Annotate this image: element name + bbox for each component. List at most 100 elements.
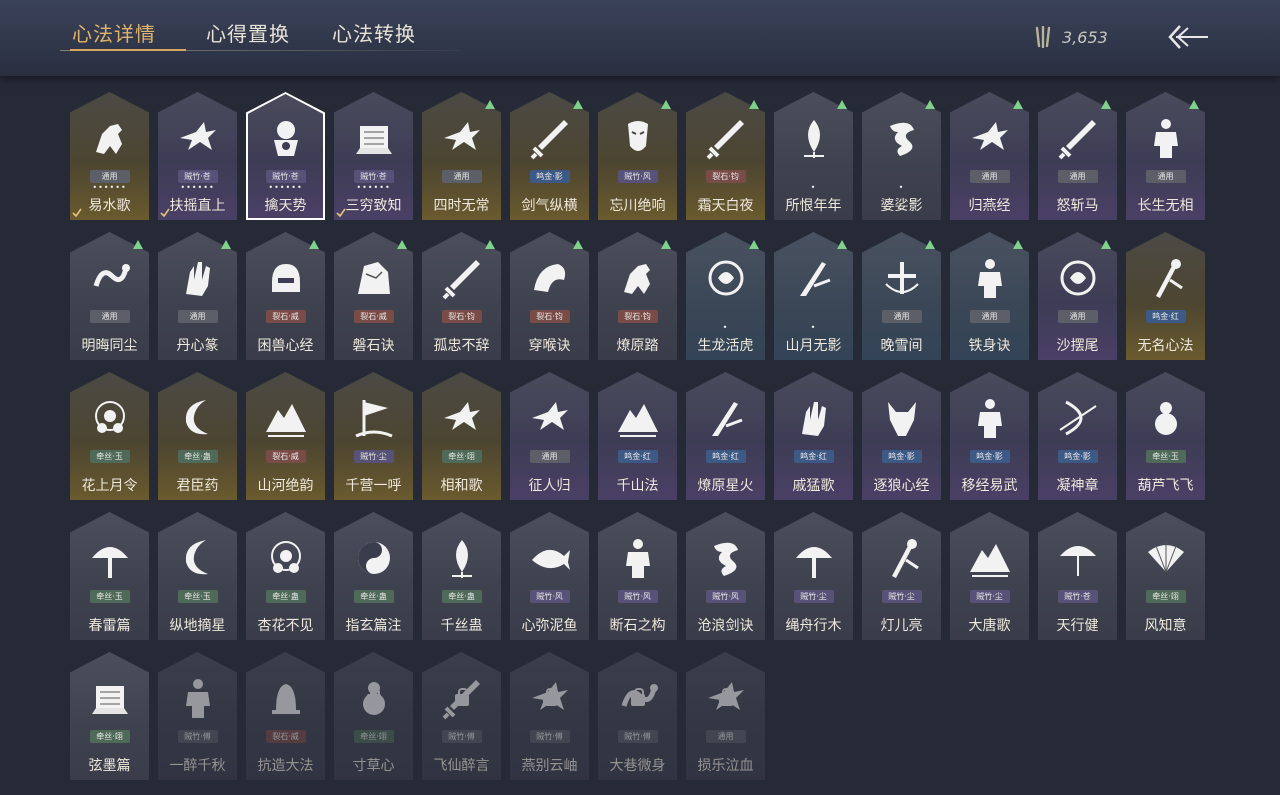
- skill-card[interactable]: 牵丝·翊 相和歌: [422, 372, 501, 500]
- snake-emblem-icon: [93, 264, 130, 287]
- card-category-tag: 贼竹·傅: [177, 730, 218, 743]
- skill-card[interactable]: 通用 丹心篆: [158, 232, 237, 360]
- skill-card[interactable]: 贼竹·风 心弥泥鱼: [510, 512, 589, 640]
- card-category-tag: 牵丝·蛊: [177, 450, 218, 463]
- skill-card[interactable]: 裂石·钧 霜天白夜: [686, 92, 765, 220]
- skill-card[interactable]: 牵丝·蛊 千丝蛊: [422, 512, 501, 640]
- upgrade-available-icon: [485, 240, 495, 249]
- card-category-tag: 通用: [177, 310, 218, 323]
- skill-card[interactable]: 通用 损乐泣血: [686, 652, 765, 780]
- card-category-tag: 通用: [1057, 310, 1098, 323]
- skill-card[interactable]: 牵丝·玉 花上月令: [70, 372, 149, 500]
- card-name: 损乐泣血: [697, 758, 754, 774]
- skill-card[interactable]: 裂石·威 困兽心经: [246, 232, 325, 360]
- skill-card[interactable]: 贼竹·风 忘川绝响: [598, 92, 677, 220]
- card-category-tag: 牵丝·玉: [89, 590, 130, 603]
- skill-card[interactable]: 鸣金·红 燎原星火: [686, 372, 765, 500]
- skill-card[interactable]: 贼竹·尘 绳舟行木: [774, 512, 853, 640]
- skill-card[interactable]: 鸣金·影 凝神章: [1038, 372, 1117, 500]
- back-button[interactable]: [1164, 18, 1212, 56]
- bell-emblem-icon: [271, 684, 300, 714]
- tab-skill-details[interactable]: 心法详情: [72, 18, 156, 47]
- skill-card[interactable]: 通用 沙摆尾: [1038, 232, 1117, 360]
- card-name: 杏花不见: [257, 618, 314, 634]
- skill-card[interactable]: • 生龙活虎: [686, 232, 765, 360]
- skill-card[interactable]: 贼竹·苍 •••••• 扶摇直上: [158, 92, 237, 220]
- skill-card[interactable]: 贼竹·傅 燕别云岫: [510, 652, 589, 780]
- blade-emblem-icon: [711, 402, 743, 436]
- skill-card[interactable]: 通用 铁身诀: [950, 232, 1029, 360]
- skill-card[interactable]: 贼竹·苍 •••••• 三穷致知: [334, 92, 413, 220]
- card-name: 凝神章: [1056, 478, 1099, 494]
- skill-card[interactable]: 通用 征人归: [510, 372, 589, 500]
- skill-card[interactable]: • 所恨年年: [774, 92, 853, 220]
- skill-card[interactable]: 牵丝·蛊君臣药: [158, 372, 237, 500]
- skill-card[interactable]: 裂石·钧 穿喉诀: [510, 232, 589, 360]
- skill-card[interactable]: 通用 晚雪间: [862, 232, 941, 360]
- bow-emblem-icon: [1058, 400, 1097, 436]
- skill-card[interactable]: 鸣金·红 无名心法: [1126, 232, 1205, 360]
- skill-card[interactable]: 贼竹·傅一醉千秋: [158, 652, 237, 780]
- skill-card[interactable]: 贼竹·苍 天行健: [1038, 512, 1117, 640]
- skill-card[interactable]: • 山月无影: [774, 232, 853, 360]
- skill-card[interactable]: 贼竹·风 沧浪剑诀: [686, 512, 765, 640]
- upgrade-available-icon: [661, 240, 671, 249]
- hand-emblem-icon: [801, 402, 826, 436]
- skill-card[interactable]: 贼竹·傅 飞仙醉言: [422, 652, 501, 780]
- skill-card[interactable]: 鸣金·影 逐狼心经: [862, 372, 941, 500]
- skill-card[interactable]: 通用 明晦同尘: [70, 232, 149, 360]
- upgrade-available-icon: [1101, 100, 1111, 109]
- tab-insight-exchange[interactable]: 心得置换: [206, 18, 290, 47]
- skill-card[interactable]: 牵丝·翊 风知意: [1126, 512, 1205, 640]
- skill-card[interactable]: 牵丝·蛊 指玄篇注: [334, 512, 413, 640]
- card-name: 葫芦飞飞: [1137, 478, 1194, 494]
- skill-card[interactable]: 贼竹·尘 灯儿亮: [862, 512, 941, 640]
- skill-card[interactable]: 牵丝·玉 葫芦飞飞: [1126, 372, 1205, 500]
- card-name: 灯儿亮: [880, 618, 923, 634]
- skill-card[interactable]: 贼竹·尘 千营一呼: [334, 372, 413, 500]
- skill-card[interactable]: 通用 长生无相: [1126, 92, 1205, 220]
- tab-skill-conversion[interactable]: 心法转换: [332, 18, 416, 47]
- skill-card[interactable]: • 婆娑影: [862, 92, 941, 220]
- card-category-tag: 鸣金·红: [705, 450, 746, 463]
- skill-card[interactable]: 裂石·威 山河绝韵: [246, 372, 325, 500]
- card-category-tag: 通用: [705, 730, 746, 743]
- skill-card[interactable]: 牵丝·玉 春雷篇: [70, 512, 149, 640]
- skill-card[interactable]: 通用 四时无常: [422, 92, 501, 220]
- card-category-tag: 鸣金·影: [969, 450, 1010, 463]
- skill-card[interactable]: 通用 •••••• 易水歌: [70, 92, 149, 220]
- card-name: 断石之构: [609, 618, 666, 634]
- card-category-tag: 通用: [441, 170, 482, 183]
- fish-emblem-icon: [531, 549, 570, 570]
- card-name: 君臣药: [176, 478, 219, 494]
- card-name: 一醉千秋: [169, 758, 226, 774]
- skill-card[interactable]: 牵丝·蛊 杏花不见: [246, 512, 325, 640]
- card-name: 沙摆尾: [1056, 338, 1099, 354]
- card-name: 逐狼心经: [873, 478, 930, 494]
- skill-card[interactable]: 裂石·钧 燎原踏: [598, 232, 677, 360]
- card-category-tag: 通用: [969, 170, 1010, 183]
- card-name: 四时无常: [433, 198, 490, 214]
- skill-card[interactable]: 贼竹·尘 大唐歌: [950, 512, 1029, 640]
- skill-card[interactable]: 鸣金·红 戚猛歌: [774, 372, 853, 500]
- skill-card[interactable]: 贼竹·风 断石之构: [598, 512, 677, 640]
- skill-card[interactable]: 通用 归燕经: [950, 92, 1029, 220]
- card-name: 明晦同尘: [81, 338, 138, 354]
- lock-icon: [630, 688, 645, 706]
- skill-card[interactable]: 贼竹·傅 大巷微身: [598, 652, 677, 780]
- skill-card[interactable]: 贼竹·苍 •••••• 擒天势: [246, 92, 325, 220]
- skill-card[interactable]: 裂石·威 磐石诀: [334, 232, 413, 360]
- skill-card[interactable]: 鸣金·影 剑气纵横: [510, 92, 589, 220]
- skill-card[interactable]: 裂石·钧 孤忠不辞: [422, 232, 501, 360]
- skill-card[interactable]: 通用 怒斩马: [1038, 92, 1117, 220]
- card-level-dots: •: [810, 323, 817, 332]
- skill-card[interactable]: 裂石·威 抗造大法: [246, 652, 325, 780]
- skill-card[interactable]: 牵丝·翊 弦墨篇: [70, 652, 149, 780]
- skill-card[interactable]: 牵丝·翊 寸草心: [334, 652, 413, 780]
- card-name: 怒斩马: [1056, 198, 1099, 214]
- lock-icon: [366, 688, 381, 706]
- skill-card[interactable]: 鸣金·影 移经易武: [950, 372, 1029, 500]
- skill-card[interactable]: 牵丝·玉 纵地摘星: [158, 512, 237, 640]
- card-category-tag: 贼竹·傅: [529, 730, 570, 743]
- skill-card[interactable]: 鸣金·红 千山法: [598, 372, 677, 500]
